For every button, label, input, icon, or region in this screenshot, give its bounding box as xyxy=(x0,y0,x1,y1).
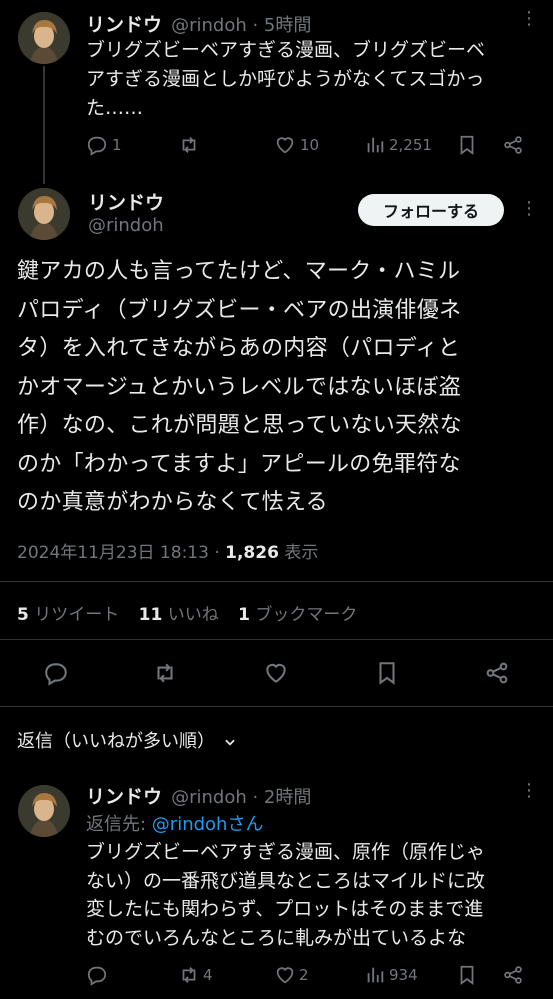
text-line: 変したにも関わらず、プロットはそのままで進 xyxy=(86,898,484,920)
text-line: むのでいろんなところに軋みが出ているよな xyxy=(86,926,467,949)
likes-label: いいね xyxy=(162,605,219,625)
text-line: かオマージュとかいうレベルではないほぼ盗 xyxy=(17,374,462,400)
like-count: 10 xyxy=(300,136,320,154)
follow-button[interactable]: フォローする xyxy=(358,194,504,226)
divider xyxy=(0,706,553,707)
divider xyxy=(0,581,553,582)
avatar[interactable] xyxy=(18,188,70,240)
reply-sort-selector[interactable]: 返信（いいねが多い順） xyxy=(17,727,237,753)
likes-number: 11 xyxy=(138,605,163,625)
retweet-icon[interactable] xyxy=(152,660,178,686)
heart-icon[interactable] xyxy=(274,134,296,156)
retweet-icon[interactable] xyxy=(178,964,200,986)
view-count: 934 xyxy=(389,966,418,984)
replying-to-link[interactable]: @rindohさん xyxy=(152,814,264,835)
text-line: パロディ（ブリグズビー・ベアの出演俳優ネ xyxy=(17,297,462,323)
bookmarks-stat[interactable]: 1 ブックマーク xyxy=(238,605,357,625)
reply-icon[interactable] xyxy=(86,134,108,156)
retweet-count: 4 xyxy=(203,966,213,984)
replying-prefix: 返信先: xyxy=(86,814,152,835)
chevron-down-icon xyxy=(223,733,237,747)
retweets-label: リツイート xyxy=(28,605,120,625)
like-count: 2 xyxy=(299,966,309,984)
text-line: 鍵アカの人も言ってたけど、マーク・ハミル xyxy=(17,259,461,284)
views-number: 1,826 xyxy=(225,543,279,563)
tweet-header: リンドウ @rindoh · 2時間 xyxy=(86,782,311,809)
tweet-header: リンドウ @rindoh · 5時間 xyxy=(86,10,311,37)
reply-count: 1 xyxy=(112,136,122,154)
more-icon[interactable]: ⋮ xyxy=(520,10,538,28)
handle-time[interactable]: @rindoh · 2時間 xyxy=(171,787,311,808)
share-icon[interactable] xyxy=(502,134,524,156)
views-icon[interactable] xyxy=(364,964,386,986)
likes-stat[interactable]: 11 いいね xyxy=(139,605,219,625)
text-line: 作）なの、これが問題と思っていない天然な xyxy=(17,413,462,438)
reply-icon[interactable] xyxy=(86,964,108,986)
text-line: ブリグズビーベアすぎる漫画、原作（原作じゃ xyxy=(86,841,486,863)
handle-time[interactable]: @rindoh · 5時間 xyxy=(171,15,311,36)
retweet-icon[interactable] xyxy=(178,134,200,156)
text-line: のか「わかってますよ」アピールの免罪符な xyxy=(17,451,461,477)
thread-line xyxy=(43,66,45,184)
share-icon[interactable] xyxy=(484,660,510,686)
heart-icon[interactable] xyxy=(274,964,296,986)
text-line: ない）の一番飛び道具なところはマイルドに改 xyxy=(86,869,486,892)
author-name[interactable]: リンドウ xyxy=(86,14,162,36)
views-icon[interactable] xyxy=(364,134,386,156)
heart-icon[interactable] xyxy=(263,660,289,686)
bookmark-icon[interactable] xyxy=(456,964,478,986)
more-icon[interactable]: ⋮ xyxy=(520,782,538,800)
text-line: た…… xyxy=(86,97,144,119)
share-icon[interactable] xyxy=(502,964,524,986)
author-handle[interactable]: @rindoh xyxy=(88,215,164,236)
text-line: タ）を入れてきながらあの内容（パロディと xyxy=(17,336,461,361)
retweets-number: 5 xyxy=(17,605,29,625)
engagement-stats: 5 リツイート 11 いいね 1 ブックマーク xyxy=(17,600,357,625)
main-tweet-text: 鍵アカの人も言ってたけど、マーク・ハミル パロディ（ブリグズビー・ベアの出演俳優… xyxy=(17,253,547,523)
text-line: アすぎる漫画としか呼びようがなくてスゴかっ xyxy=(86,68,485,90)
retweets-stat[interactable]: 5 リツイート xyxy=(17,605,119,625)
bookmark-icon[interactable] xyxy=(374,660,400,686)
views-label: 表示 xyxy=(278,543,319,563)
timestamp[interactable]: 2024年11月23日 18:13 · xyxy=(17,543,225,563)
reply-icon[interactable] xyxy=(43,660,69,686)
author-name[interactable]: リンドウ xyxy=(86,786,162,808)
divider xyxy=(0,639,553,640)
more-icon[interactable]: ⋮ xyxy=(520,200,538,218)
author-name[interactable]: リンドウ xyxy=(88,188,164,215)
replying-to: 返信先: @rindohさん xyxy=(86,810,263,836)
bookmarks-number: 1 xyxy=(238,605,250,625)
avatar[interactable] xyxy=(18,12,70,64)
bookmarks-label: ブックマーク xyxy=(249,605,358,625)
tweet-text: ブリグズビーベアすぎる漫画、原作（原作じゃ ない）の一番飛び道具なところはマイル… xyxy=(86,838,546,952)
sort-label: 返信（いいねが多い順） xyxy=(17,731,215,752)
tweet-text: ブリグズビーベアすぎる漫画、ブリグズビーベ アすぎる漫画としか呼びようがなくてス… xyxy=(86,36,546,123)
view-count: 2,251 xyxy=(389,136,432,154)
avatar[interactable] xyxy=(18,785,70,837)
text-line: ブリグズビーベアすぎる漫画、ブリグズビーベ xyxy=(86,39,486,61)
bookmark-icon[interactable] xyxy=(456,134,478,156)
tweet-meta: 2024年11月23日 18:13 · 1,826 表示 xyxy=(17,538,318,563)
text-line: のか真意がわからなくて怯える xyxy=(17,490,328,515)
